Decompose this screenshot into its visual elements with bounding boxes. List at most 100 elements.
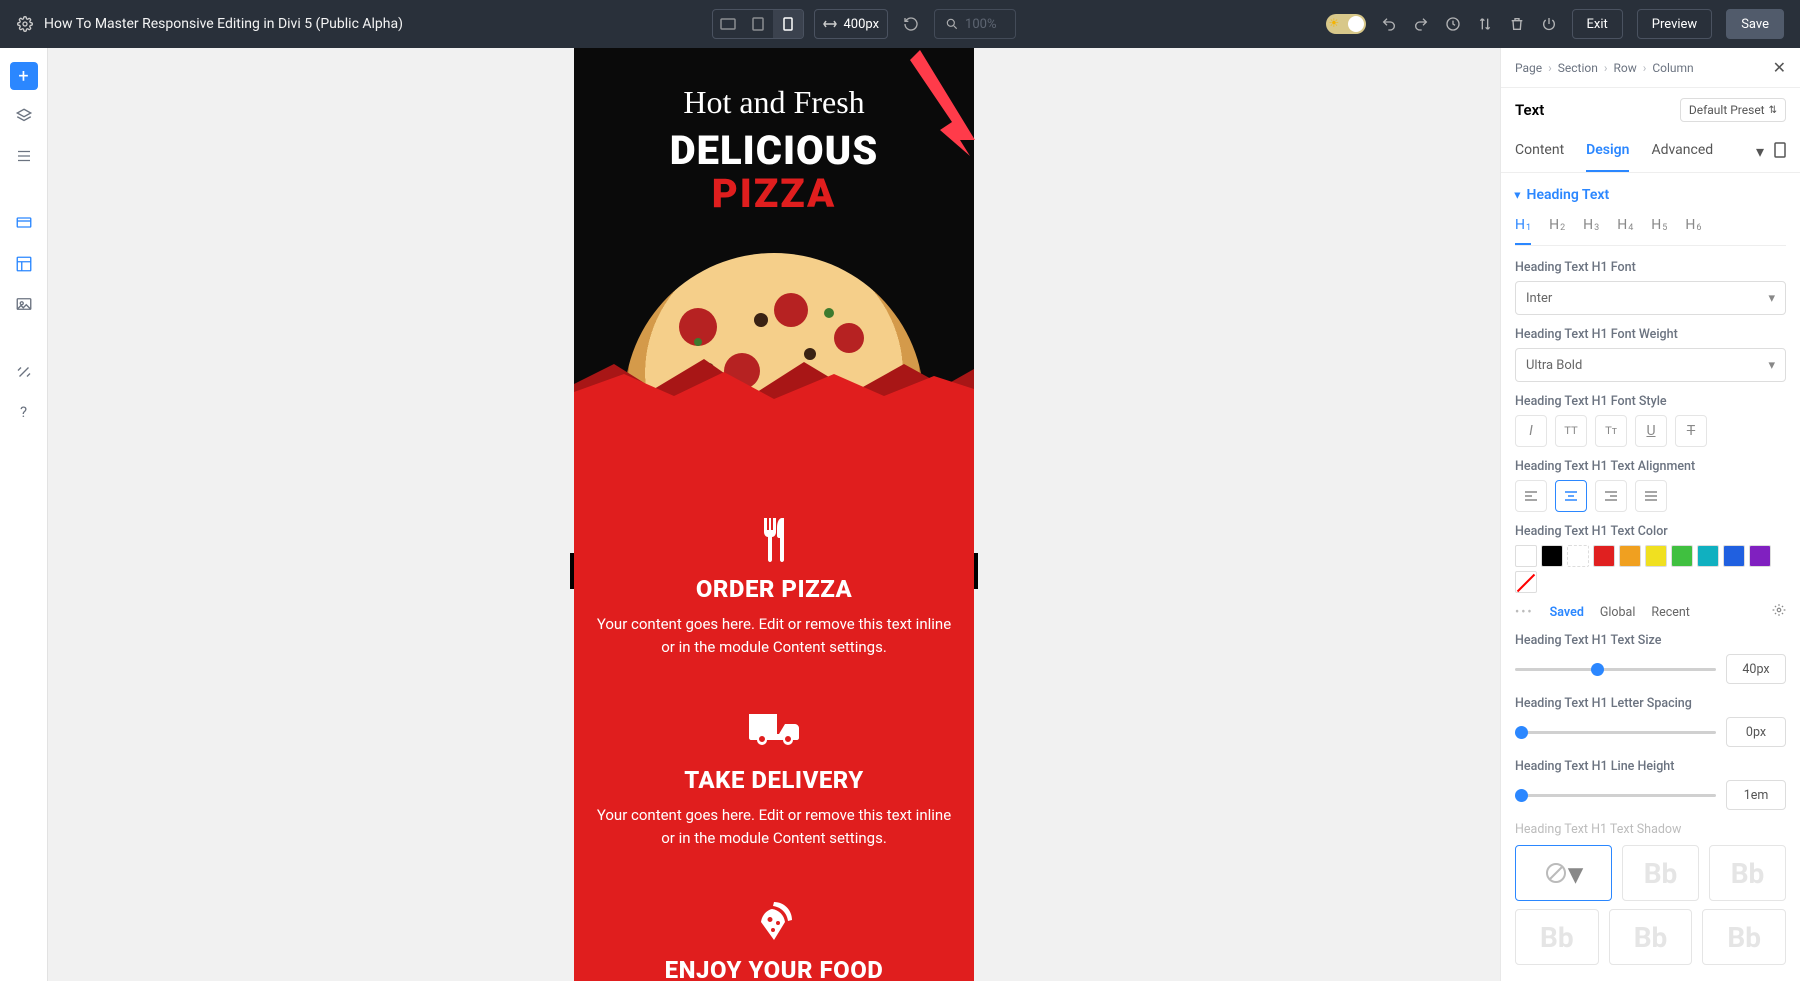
shadow-preset-5[interactable]: Bb bbox=[1702, 909, 1786, 965]
swatch-black[interactable] bbox=[1541, 545, 1563, 567]
save-button[interactable]: Save bbox=[1726, 9, 1784, 39]
tab-device-icon[interactable] bbox=[1774, 142, 1786, 162]
weight-select[interactable]: Ultra Bold bbox=[1515, 348, 1786, 382]
content-section-2: TAKE DELIVERY Your content goes here. Ed… bbox=[574, 674, 974, 865]
color-more-icon[interactable]: ••• bbox=[1515, 605, 1534, 620]
wireframe-icon[interactable] bbox=[10, 210, 38, 238]
device-desktop[interactable] bbox=[713, 10, 743, 38]
crumb-column[interactable]: Column bbox=[1652, 61, 1693, 75]
align-left[interactable] bbox=[1515, 480, 1547, 512]
shadow-preset-4[interactable]: Bb bbox=[1609, 909, 1693, 965]
swatch-teal[interactable] bbox=[1697, 545, 1719, 567]
wireframe2-icon[interactable] bbox=[10, 250, 38, 278]
smallcaps-button[interactable]: Tᴛ bbox=[1595, 415, 1627, 447]
heading-h6[interactable]: H6 bbox=[1685, 211, 1701, 245]
zoom-value-field[interactable] bbox=[965, 17, 1005, 32]
list-icon[interactable] bbox=[10, 142, 38, 170]
tab-advanced[interactable]: Advanced bbox=[1651, 132, 1713, 172]
swatch-white[interactable] bbox=[1515, 545, 1537, 567]
sort-icon[interactable] bbox=[1476, 15, 1494, 33]
color-tab-recent[interactable]: Recent bbox=[1651, 605, 1690, 620]
redo-icon[interactable] bbox=[1412, 15, 1430, 33]
swatch-orange[interactable] bbox=[1619, 545, 1641, 567]
heading-h5[interactable]: H5 bbox=[1651, 211, 1667, 245]
crumb-page[interactable]: Page bbox=[1515, 61, 1542, 75]
color-tab-saved[interactable]: Saved bbox=[1550, 605, 1584, 620]
uppercase-button[interactable]: TT bbox=[1555, 415, 1587, 447]
tab-dropdown-icon[interactable]: ▾ bbox=[1756, 142, 1764, 162]
viewport-width-input[interactable]: 400px bbox=[814, 9, 888, 39]
size-value[interactable]: 40px bbox=[1726, 654, 1786, 684]
mobile-canvas[interactable]: Hot and Fresh DELICIOUS PIZZA bbox=[574, 48, 974, 981]
heading-h3[interactable]: H3 bbox=[1583, 211, 1599, 245]
left-sidebar: + ? bbox=[0, 48, 48, 981]
shadow-preset-1[interactable]: Bb bbox=[1622, 845, 1699, 901]
shadow-preset-3[interactable]: Bb bbox=[1515, 909, 1599, 965]
preview-button[interactable]: Preview bbox=[1637, 9, 1712, 39]
style-label: Heading Text H1 Font Style bbox=[1515, 394, 1786, 409]
pizza-slice-icon bbox=[596, 892, 952, 948]
shadow-preset-2[interactable]: Bb bbox=[1709, 845, 1786, 901]
strikethrough-button[interactable]: T bbox=[1675, 415, 1707, 447]
align-center[interactable] bbox=[1555, 480, 1587, 512]
swatch-none[interactable] bbox=[1515, 571, 1537, 593]
color-settings-icon[interactable] bbox=[1772, 603, 1786, 621]
accordion-heading-text[interactable]: Heading Text bbox=[1515, 187, 1786, 203]
ls-label: Heading Text H1 Letter Spacing bbox=[1515, 696, 1786, 711]
underline-button[interactable]: U bbox=[1635, 415, 1667, 447]
swatch-yellow[interactable] bbox=[1645, 545, 1667, 567]
help-icon[interactable]: ? bbox=[10, 398, 38, 426]
section-body: Your content goes here. Edit or remove t… bbox=[596, 804, 952, 851]
ls-slider[interactable] bbox=[1515, 731, 1716, 734]
device-tablet[interactable] bbox=[743, 10, 773, 38]
undo-icon[interactable] bbox=[1380, 15, 1398, 33]
settings-panel: Page› Section› Row› Column ✕ Text Defaul… bbox=[1500, 48, 1800, 981]
resize-handle-right[interactable] bbox=[974, 553, 978, 589]
size-slider[interactable] bbox=[1515, 668, 1716, 671]
heading-h1[interactable]: H1 bbox=[1515, 211, 1531, 245]
align-label: Heading Text H1 Text Alignment bbox=[1515, 459, 1786, 474]
top-toolbar: How To Master Responsive Editing in Divi… bbox=[0, 0, 1800, 48]
close-panel-icon[interactable]: ✕ bbox=[1773, 58, 1786, 77]
canvas-area: Hot and Fresh DELICIOUS PIZZA bbox=[48, 48, 1500, 981]
font-select[interactable]: Inter bbox=[1515, 281, 1786, 315]
exit-button[interactable]: Exit bbox=[1572, 9, 1623, 39]
device-phone[interactable] bbox=[773, 10, 803, 38]
theme-toggle[interactable] bbox=[1326, 14, 1366, 34]
reset-width-icon[interactable] bbox=[896, 9, 926, 39]
color-tab-global[interactable]: Global bbox=[1600, 605, 1636, 620]
layers-icon[interactable] bbox=[10, 102, 38, 130]
add-button[interactable]: + bbox=[10, 62, 38, 90]
image-icon[interactable] bbox=[10, 290, 38, 318]
history-icon[interactable] bbox=[1444, 15, 1462, 33]
crumb-row[interactable]: Row bbox=[1613, 61, 1636, 75]
swatch-blue[interactable] bbox=[1723, 545, 1745, 567]
trash-icon[interactable] bbox=[1508, 15, 1526, 33]
section-divider bbox=[574, 344, 974, 403]
swatch-green[interactable] bbox=[1671, 545, 1693, 567]
section-title: ORDER PIZZA bbox=[596, 575, 952, 603]
module-name: Text bbox=[1515, 101, 1544, 119]
settings-gear-icon[interactable] bbox=[16, 16, 34, 32]
preset-selector[interactable]: Default Preset⇅ bbox=[1680, 98, 1786, 122]
lh-value[interactable]: 1em bbox=[1726, 780, 1786, 810]
ls-value[interactable]: 0px bbox=[1726, 717, 1786, 747]
power-icon[interactable] bbox=[1540, 15, 1558, 33]
panel-scroll[interactable]: Heading Text H1 H2 H3 H4 H5 H6 Heading T… bbox=[1501, 173, 1800, 981]
swatch-purple[interactable] bbox=[1749, 545, 1771, 567]
tab-design[interactable]: Design bbox=[1586, 132, 1629, 172]
shadow-none[interactable] bbox=[1515, 845, 1612, 901]
align-justify[interactable] bbox=[1635, 480, 1667, 512]
crumb-section[interactable]: Section bbox=[1558, 61, 1598, 75]
heading-h2[interactable]: H2 bbox=[1549, 211, 1565, 245]
tools-icon[interactable] bbox=[10, 358, 38, 386]
tab-content[interactable]: Content bbox=[1515, 132, 1564, 172]
heading-h4[interactable]: H4 bbox=[1617, 211, 1633, 245]
topbar-actions: Exit Preview Save bbox=[1326, 9, 1785, 39]
italic-button[interactable]: I bbox=[1515, 415, 1547, 447]
zoom-input[interactable] bbox=[934, 9, 1016, 39]
swatch-empty[interactable] bbox=[1567, 545, 1589, 567]
align-right[interactable] bbox=[1595, 480, 1627, 512]
swatch-red[interactable] bbox=[1593, 545, 1615, 567]
lh-slider[interactable] bbox=[1515, 794, 1716, 797]
